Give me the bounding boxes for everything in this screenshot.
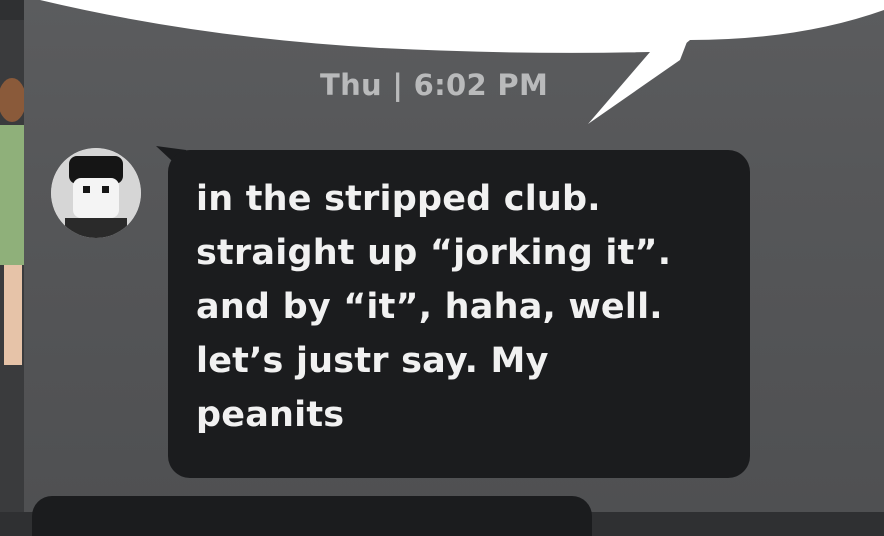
- avatar[interactable]: [51, 148, 141, 238]
- next-message-bubble[interactable]: [32, 496, 592, 536]
- avatar-head-icon: [51, 148, 141, 238]
- message-timestamp: Thu | 6:02 PM: [320, 68, 549, 102]
- message-text: in the stripped club. straight up “jorki…: [196, 179, 672, 435]
